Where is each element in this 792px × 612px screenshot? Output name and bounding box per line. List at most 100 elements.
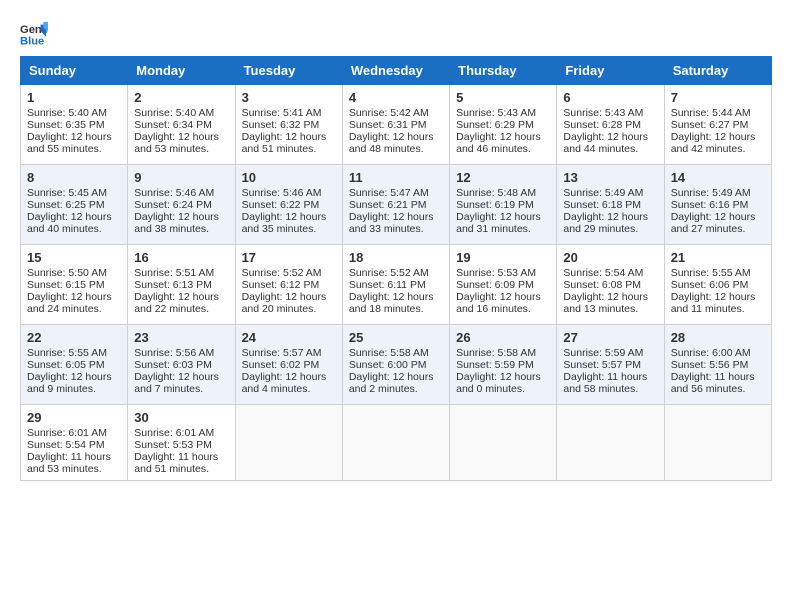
daylight-text: Daylight: 12 hours and 18 minutes. [349, 291, 443, 315]
day-number: 10 [242, 170, 336, 185]
sunset-text: Sunset: 6:03 PM [134, 359, 228, 371]
day-number: 17 [242, 250, 336, 265]
day-number: 27 [563, 330, 657, 345]
week-row-1: 1Sunrise: 5:40 AMSunset: 6:35 PMDaylight… [21, 85, 772, 165]
day-header-sunday: Sunday [21, 57, 128, 85]
week-row-2: 8Sunrise: 5:45 AMSunset: 6:25 PMDaylight… [21, 165, 772, 245]
day-header-monday: Monday [128, 57, 235, 85]
daylight-text: Daylight: 12 hours and 42 minutes. [671, 131, 765, 155]
daylight-text: Daylight: 12 hours and 38 minutes. [134, 211, 228, 235]
daylight-text: Daylight: 12 hours and 20 minutes. [242, 291, 336, 315]
day-number: 15 [27, 250, 121, 265]
sunrise-text: Sunrise: 5:53 AM [456, 267, 550, 279]
day-number: 16 [134, 250, 228, 265]
daylight-text: Daylight: 12 hours and 33 minutes. [349, 211, 443, 235]
daylight-text: Daylight: 12 hours and 40 minutes. [27, 211, 121, 235]
sunset-text: Sunset: 5:56 PM [671, 359, 765, 371]
sunrise-text: Sunrise: 5:45 AM [27, 187, 121, 199]
day-header-wednesday: Wednesday [342, 57, 449, 85]
sunrise-text: Sunrise: 5:46 AM [134, 187, 228, 199]
daylight-text: Daylight: 12 hours and 29 minutes. [563, 211, 657, 235]
day-number: 4 [349, 90, 443, 105]
sunset-text: Sunset: 6:15 PM [27, 279, 121, 291]
day-number: 28 [671, 330, 765, 345]
day-number: 2 [134, 90, 228, 105]
sunrise-text: Sunrise: 5:48 AM [456, 187, 550, 199]
day-number: 20 [563, 250, 657, 265]
sunset-text: Sunset: 6:28 PM [563, 119, 657, 131]
day-number: 7 [671, 90, 765, 105]
day-number: 8 [27, 170, 121, 185]
sunset-text: Sunset: 6:18 PM [563, 199, 657, 211]
sunrise-text: Sunrise: 5:59 AM [563, 347, 657, 359]
sunset-text: Sunset: 6:21 PM [349, 199, 443, 211]
sunset-text: Sunset: 6:05 PM [27, 359, 121, 371]
day-header-friday: Friday [557, 57, 664, 85]
daylight-text: Daylight: 12 hours and 53 minutes. [134, 131, 228, 155]
calendar-cell [450, 405, 557, 481]
calendar-cell: 10Sunrise: 5:46 AMSunset: 6:22 PMDayligh… [235, 165, 342, 245]
day-number: 14 [671, 170, 765, 185]
day-number: 6 [563, 90, 657, 105]
daylight-text: Daylight: 11 hours and 56 minutes. [671, 371, 765, 395]
sunrise-text: Sunrise: 5:49 AM [671, 187, 765, 199]
day-header-thursday: Thursday [450, 57, 557, 85]
sunrise-text: Sunrise: 6:01 AM [134, 427, 228, 439]
sunset-text: Sunset: 6:32 PM [242, 119, 336, 131]
sunset-text: Sunset: 5:53 PM [134, 439, 228, 451]
daylight-text: Daylight: 12 hours and 55 minutes. [27, 131, 121, 155]
sunrise-text: Sunrise: 5:57 AM [242, 347, 336, 359]
sunrise-text: Sunrise: 5:44 AM [671, 107, 765, 119]
daylight-text: Daylight: 12 hours and 24 minutes. [27, 291, 121, 315]
sunrise-text: Sunrise: 5:40 AM [27, 107, 121, 119]
calendar-cell [235, 405, 342, 481]
day-number: 13 [563, 170, 657, 185]
calendar-cell: 15Sunrise: 5:50 AMSunset: 6:15 PMDayligh… [21, 245, 128, 325]
calendar-cell: 28Sunrise: 6:00 AMSunset: 5:56 PMDayligh… [664, 325, 771, 405]
sunrise-text: Sunrise: 5:51 AM [134, 267, 228, 279]
day-number: 29 [27, 410, 121, 425]
calendar-cell: 24Sunrise: 5:57 AMSunset: 6:02 PMDayligh… [235, 325, 342, 405]
daylight-text: Daylight: 11 hours and 53 minutes. [27, 451, 121, 475]
calendar-cell: 26Sunrise: 5:58 AMSunset: 5:59 PMDayligh… [450, 325, 557, 405]
daylight-text: Daylight: 12 hours and 0 minutes. [456, 371, 550, 395]
day-header-tuesday: Tuesday [235, 57, 342, 85]
day-number: 1 [27, 90, 121, 105]
calendar-cell: 25Sunrise: 5:58 AMSunset: 6:00 PMDayligh… [342, 325, 449, 405]
daylight-text: Daylight: 12 hours and 46 minutes. [456, 131, 550, 155]
day-number: 30 [134, 410, 228, 425]
daylight-text: Daylight: 12 hours and 16 minutes. [456, 291, 550, 315]
sunrise-text: Sunrise: 5:49 AM [563, 187, 657, 199]
sunrise-text: Sunrise: 5:55 AM [671, 267, 765, 279]
daylight-text: Daylight: 12 hours and 35 minutes. [242, 211, 336, 235]
sunset-text: Sunset: 6:00 PM [349, 359, 443, 371]
sunset-text: Sunset: 6:09 PM [456, 279, 550, 291]
calendar-cell: 20Sunrise: 5:54 AMSunset: 6:08 PMDayligh… [557, 245, 664, 325]
sunset-text: Sunset: 6:08 PM [563, 279, 657, 291]
week-row-4: 22Sunrise: 5:55 AMSunset: 6:05 PMDayligh… [21, 325, 772, 405]
calendar-cell: 9Sunrise: 5:46 AMSunset: 6:24 PMDaylight… [128, 165, 235, 245]
sunrise-text: Sunrise: 6:01 AM [27, 427, 121, 439]
sunset-text: Sunset: 6:02 PM [242, 359, 336, 371]
daylight-text: Daylight: 12 hours and 44 minutes. [563, 131, 657, 155]
calendar-cell: 21Sunrise: 5:55 AMSunset: 6:06 PMDayligh… [664, 245, 771, 325]
calendar-cell: 19Sunrise: 5:53 AMSunset: 6:09 PMDayligh… [450, 245, 557, 325]
calendar-cell: 3Sunrise: 5:41 AMSunset: 6:32 PMDaylight… [235, 85, 342, 165]
day-number: 3 [242, 90, 336, 105]
day-number: 21 [671, 250, 765, 265]
calendar-cell: 27Sunrise: 5:59 AMSunset: 5:57 PMDayligh… [557, 325, 664, 405]
logo: General Blue [20, 20, 52, 48]
calendar-cell [342, 405, 449, 481]
daylight-text: Daylight: 12 hours and 22 minutes. [134, 291, 228, 315]
daylight-text: Daylight: 12 hours and 31 minutes. [456, 211, 550, 235]
sunset-text: Sunset: 5:54 PM [27, 439, 121, 451]
calendar-cell: 5Sunrise: 5:43 AMSunset: 6:29 PMDaylight… [450, 85, 557, 165]
calendar-cell: 16 Sunrise: 5:51 AMSunset: 6:13 PMDayligh… [128, 245, 235, 325]
daylight-text: Daylight: 11 hours and 51 minutes. [134, 451, 228, 475]
sunrise-text: Sunrise: 5:58 AM [456, 347, 550, 359]
calendar-cell: 23Sunrise: 5:56 AMSunset: 6:03 PMDayligh… [128, 325, 235, 405]
sunset-text: Sunset: 5:59 PM [456, 359, 550, 371]
sunset-text: Sunset: 6:25 PM [27, 199, 121, 211]
week-row-3: 15Sunrise: 5:50 AMSunset: 6:15 PMDayligh… [21, 245, 772, 325]
sunset-text: Sunset: 6:13 PM [134, 279, 228, 291]
